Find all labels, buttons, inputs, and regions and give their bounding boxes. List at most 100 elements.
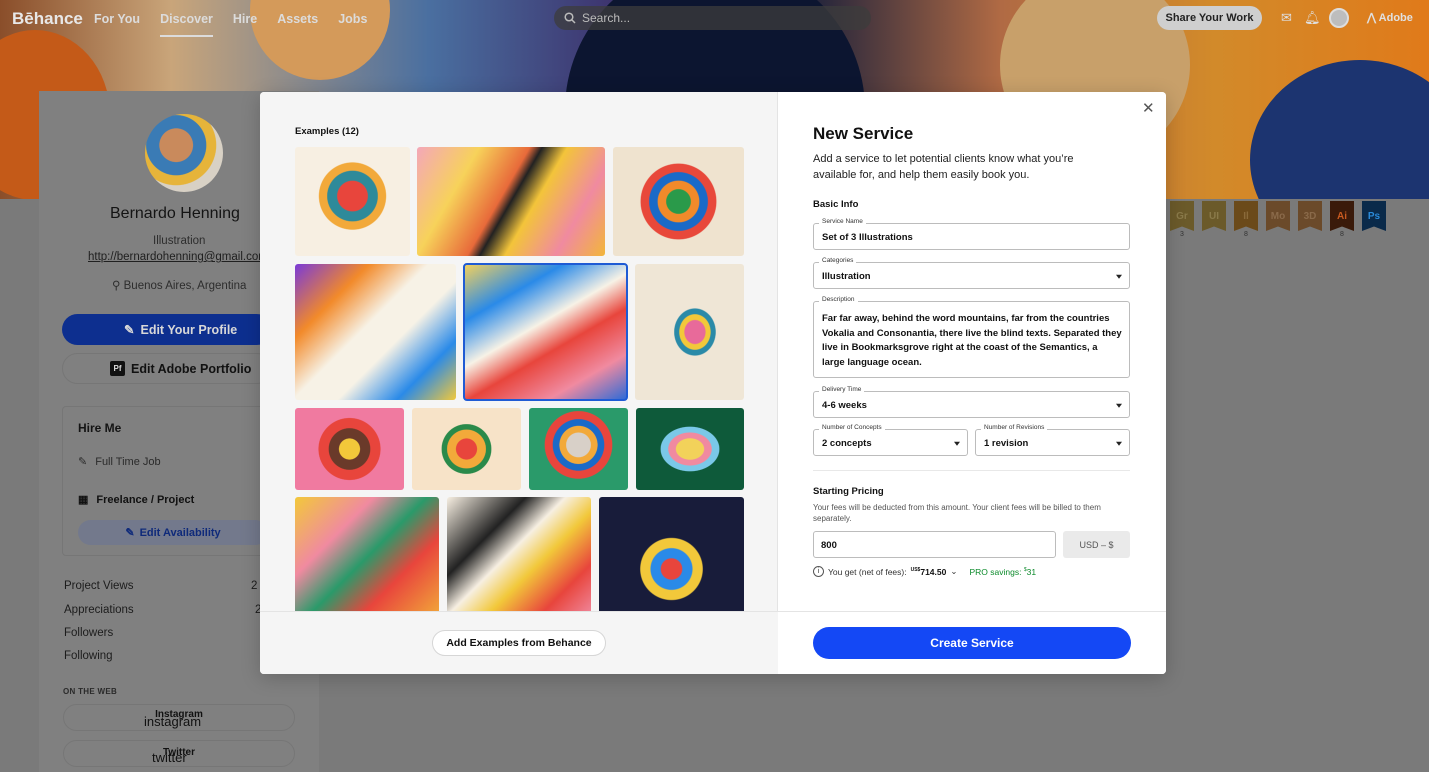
hire-option-freelance[interactable]: ▦ Freelance / Project bbox=[78, 493, 195, 507]
you-get-label: You get (net of fees): bbox=[828, 566, 907, 577]
pro-savings: PRO savings: $31 bbox=[969, 567, 1036, 577]
starting-pricing-heading: Starting Pricing bbox=[813, 486, 884, 497]
search-placeholder: Search... bbox=[582, 11, 631, 25]
tool-badge-count: 3 bbox=[1180, 231, 1184, 238]
example-thumbnail[interactable] bbox=[613, 147, 744, 256]
stat-label: Followers bbox=[64, 627, 114, 639]
tool-badge-label: Mo bbox=[1266, 201, 1290, 231]
adobe-link[interactable]: ⋀ Adobe bbox=[1367, 11, 1413, 24]
chevron-down-icon bbox=[1116, 403, 1122, 408]
example-thumbnail[interactable] bbox=[636, 408, 744, 490]
field-value: 2 concepts bbox=[822, 438, 872, 449]
tool-badge[interactable]: Il 8 bbox=[1234, 201, 1258, 238]
chevron-down-icon[interactable]: ⌄ bbox=[950, 566, 957, 577]
tool-badge[interactable]: UI bbox=[1202, 201, 1226, 238]
chevron-down-icon bbox=[1116, 274, 1122, 279]
pro-savings-label: PRO savings: bbox=[969, 566, 1022, 577]
field-value: 1 revision bbox=[984, 438, 1029, 449]
example-thumbnail[interactable] bbox=[447, 497, 591, 612]
field-label: Number of Concepts bbox=[819, 424, 885, 431]
field-value: Far far away, behind the word mountains,… bbox=[822, 313, 1122, 368]
tool-badge[interactable]: Mo bbox=[1266, 201, 1290, 238]
you-get-currency: US$ bbox=[910, 566, 921, 573]
edit-availability-button[interactable]: ✎ Edit Availability bbox=[78, 520, 268, 545]
create-service-button[interactable]: Create Service bbox=[813, 627, 1131, 659]
behance-logo[interactable]: Bēhance bbox=[12, 9, 83, 29]
fees-note: Your fees will be deducted from this amo… bbox=[813, 503, 1101, 523]
description-field[interactable]: Description Far far away, behind the wor… bbox=[813, 296, 1130, 378]
edit-profile-button[interactable]: ✎ Edit Your Profile bbox=[62, 314, 272, 345]
tool-badges: Gr 3 UI Il 8 Mo 3D Ai 8 Ps bbox=[1170, 201, 1386, 238]
tool-badge-label: UI bbox=[1202, 201, 1226, 231]
tool-badge[interactable]: 3D bbox=[1298, 201, 1322, 238]
search-icon bbox=[564, 12, 576, 24]
tool-badge[interactable]: Ai 8 bbox=[1330, 201, 1354, 238]
service-name-field[interactable]: Service Name Set of 3 Illustrations bbox=[813, 218, 1130, 250]
share-your-work-button[interactable]: Share Your Work bbox=[1157, 6, 1262, 30]
bell-icon[interactable]: 🔔︎ bbox=[1304, 10, 1321, 26]
example-thumbnail[interactable] bbox=[295, 147, 410, 256]
example-thumbnail[interactable] bbox=[599, 497, 744, 612]
example-thumbnail[interactable] bbox=[295, 497, 439, 612]
profile-field: Illustration bbox=[153, 235, 206, 247]
hire-option-full-time[interactable]: ✎ Full Time Job bbox=[78, 455, 161, 469]
chevron-down-icon bbox=[1116, 441, 1122, 446]
tool-badge-label: Ai bbox=[1330, 201, 1354, 231]
modal-title: New Service bbox=[813, 124, 914, 143]
nav-link-assets[interactable]: Assets bbox=[277, 12, 318, 37]
example-thumbnail-selected[interactable] bbox=[463, 263, 628, 401]
field-label: Service Name bbox=[819, 218, 866, 225]
examples-pane: Examples (12) bbox=[260, 92, 778, 674]
delivery-time-select[interactable]: Delivery Time 4-6 weeks bbox=[813, 386, 1130, 418]
section-divider bbox=[813, 470, 1130, 471]
adobe-logo-icon: ⋀ bbox=[1367, 12, 1379, 24]
profile-email-link[interactable]: http://bernardohenning@gmail.com bbox=[88, 251, 260, 263]
field-value: 4-6 weeks bbox=[822, 400, 867, 411]
example-thumbnail[interactable] bbox=[635, 264, 744, 400]
pencil-icon: ✎ bbox=[125, 527, 135, 539]
nav-link-hire[interactable]: Hire bbox=[233, 12, 257, 37]
twitter-icon: twitter bbox=[152, 750, 187, 765]
tool-badge[interactable]: Ps bbox=[1362, 201, 1386, 238]
concepts-select[interactable]: Number of Concepts 2 concepts bbox=[813, 424, 968, 456]
basic-info-heading: Basic Info bbox=[813, 199, 859, 210]
user-avatar[interactable] bbox=[1329, 8, 1349, 28]
tool-badge-label: Ps bbox=[1362, 201, 1386, 231]
twitter-link[interactable]: twitter Twitter bbox=[63, 740, 295, 767]
chevron-down-icon bbox=[954, 441, 960, 446]
field-label: Categories bbox=[819, 257, 857, 264]
example-thumbnail[interactable] bbox=[295, 264, 456, 400]
profile-name: Bernardo Henning bbox=[110, 205, 240, 222]
modal-subtitle: Add a service to let potential clients k… bbox=[813, 153, 1074, 181]
currency-select[interactable]: USD – $ bbox=[1063, 531, 1130, 558]
on-the-web-heading: ON THE WEB bbox=[63, 687, 118, 696]
price-input[interactable]: 800 bbox=[813, 531, 1056, 558]
edit-availability-label: Edit Availability bbox=[139, 526, 221, 539]
edit-portfolio-button[interactable]: Pf Edit Adobe Portfolio bbox=[62, 353, 272, 384]
tool-badge[interactable]: Gr 3 bbox=[1170, 201, 1194, 238]
close-icon[interactable]: ✕ bbox=[1142, 99, 1155, 117]
mail-icon[interactable]: ✉ bbox=[1281, 10, 1292, 26]
search-input[interactable]: Search... bbox=[554, 6, 871, 30]
stat-label: Project Views bbox=[64, 580, 134, 592]
example-thumbnail[interactable] bbox=[417, 147, 605, 256]
edit-portfolio-label: Edit Adobe Portfolio bbox=[131, 361, 252, 376]
categories-select[interactable]: Categories Illustration bbox=[813, 257, 1130, 289]
add-examples-button[interactable]: Add Examples from Behance bbox=[432, 630, 606, 656]
nav-link-jobs[interactable]: Jobs bbox=[338, 12, 367, 37]
example-thumbnail[interactable] bbox=[529, 408, 628, 490]
net-earnings-row: i You get (net of fees): US$714.50 ⌄ PRO… bbox=[813, 566, 1036, 577]
profile-avatar[interactable] bbox=[145, 114, 223, 192]
nav-link-discover[interactable]: Discover bbox=[160, 12, 213, 37]
info-icon[interactable]: i bbox=[813, 566, 824, 577]
example-thumbnail[interactable] bbox=[412, 408, 521, 490]
profile-location: ⚲ Buenos Aires, Argentina bbox=[112, 278, 246, 292]
location-text: Buenos Aires, Argentina bbox=[123, 280, 247, 292]
you-get-value: 714.50 bbox=[920, 566, 947, 577]
revisions-select[interactable]: Number of Revisions 1 revision bbox=[975, 424, 1130, 456]
nav-link-for-you[interactable]: For You bbox=[94, 12, 140, 37]
hire-option-label: Freelance / Project bbox=[96, 493, 195, 506]
example-thumbnail[interactable] bbox=[295, 408, 404, 490]
hire-option-label: Full Time Job bbox=[95, 455, 161, 468]
instagram-link[interactable]: instagram Instagram bbox=[63, 704, 295, 731]
